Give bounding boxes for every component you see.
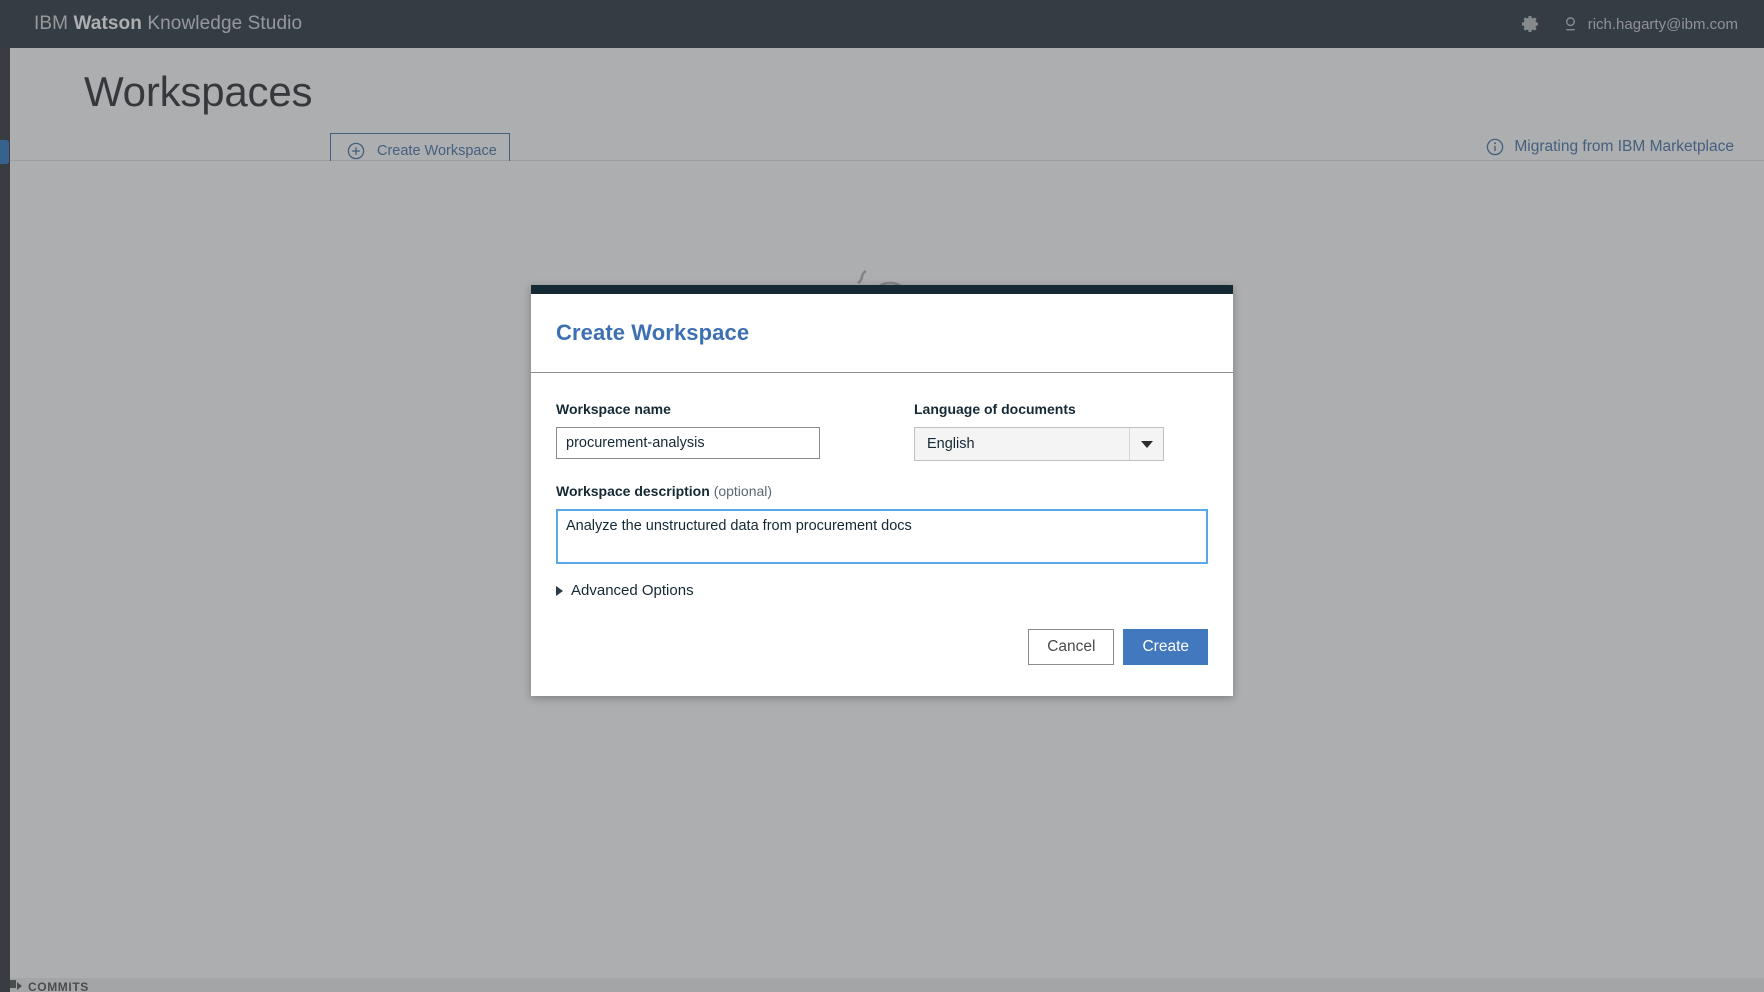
app-root: IBM Watson Knowledge Studio rich.hagarty… (0, 0, 1764, 992)
disclosure-triangle-right-icon (556, 585, 563, 596)
cancel-button[interactable]: Cancel (1028, 629, 1115, 665)
workspace-description-field-group: Workspace description (optional) (556, 483, 1208, 564)
workspace-name-label: Workspace name (556, 401, 671, 417)
advanced-options-toggle[interactable]: Advanced Options (556, 582, 694, 599)
workspace-description-label: Workspace description (optional) (556, 483, 1208, 499)
language-select-value: English (927, 436, 975, 452)
advanced-options-label: Advanced Options (571, 582, 694, 599)
workspace-name-input[interactable] (556, 427, 820, 459)
workspace-name-field-group: Workspace name (556, 401, 820, 461)
workspace-description-label-main: Workspace description (556, 483, 714, 499)
language-field-group: Language of documents English (914, 401, 1164, 461)
dialog-first-row: Workspace name Language of documents Eng… (556, 401, 1208, 461)
workspace-description-textarea[interactable] (556, 509, 1208, 564)
language-select[interactable]: English (914, 427, 1164, 461)
create-workspace-dialog: Create Workspace Workspace name Language… (531, 285, 1233, 696)
dialog-header: Create Workspace (531, 294, 1233, 373)
dialog-accent-bar (531, 285, 1233, 294)
chevron-down-icon (1140, 440, 1153, 448)
language-select-toggle[interactable] (1129, 428, 1163, 460)
dialog-body: Workspace name Language of documents Eng… (531, 373, 1233, 599)
create-button[interactable]: Create (1123, 629, 1208, 665)
workspace-description-label-optional: (optional) (713, 483, 773, 499)
language-of-documents-label: Language of documents (914, 401, 1076, 417)
dialog-footer: Cancel Create (531, 599, 1233, 696)
dialog-title: Create Workspace (556, 320, 750, 345)
